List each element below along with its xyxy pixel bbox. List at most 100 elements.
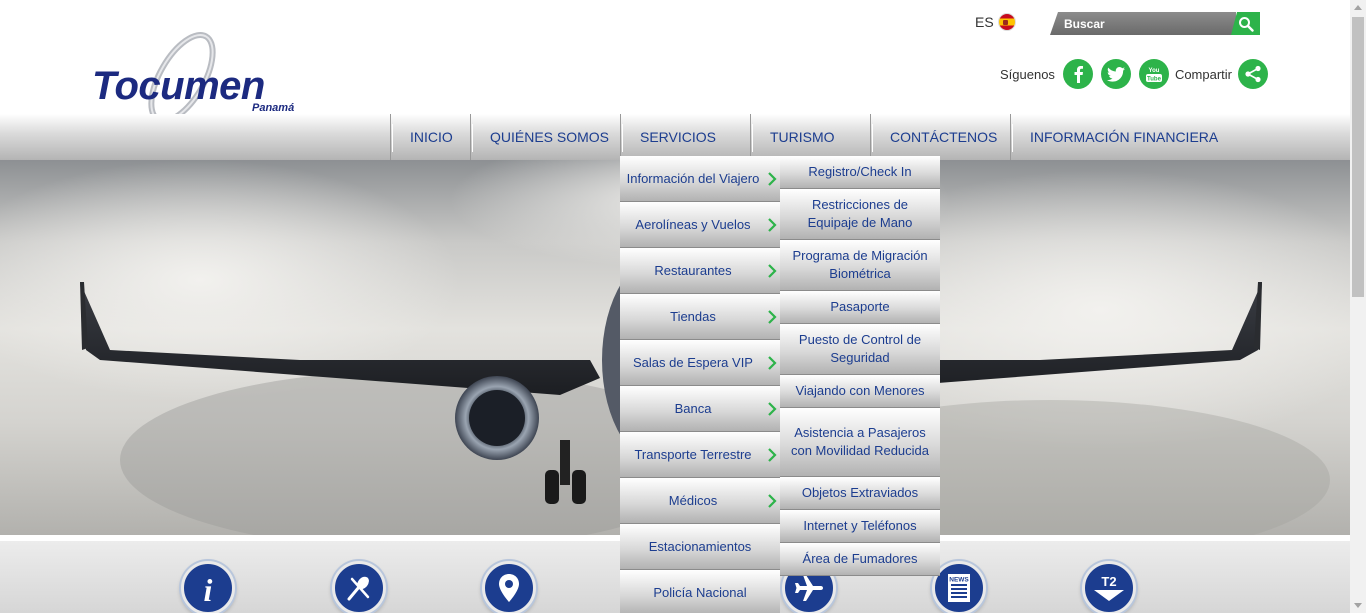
submenu-item-equipaje[interactable]: Restricciones de Equipaje de Mano xyxy=(780,189,940,240)
info-glyph-icon: i xyxy=(204,572,213,605)
search-input[interactable] xyxy=(1064,15,1224,32)
submenu-item-area-fumadores[interactable]: Área de Fumadores xyxy=(780,543,940,576)
menu-item-label: Estacionamientos xyxy=(648,539,752,554)
scroll-down-icon[interactable] xyxy=(1354,603,1362,608)
chevron-right-icon xyxy=(768,218,777,232)
facebook-glyph-icon xyxy=(1074,66,1083,83)
location-icon[interactable] xyxy=(482,561,536,613)
news-icon[interactable]: NEWS xyxy=(932,561,986,613)
share-icon[interactable] xyxy=(1238,59,1269,89)
menu-item-label: Médicos xyxy=(668,493,718,508)
fork-spoon-icon xyxy=(347,576,370,601)
submenu-item-label: Programa de Migración Biométrica xyxy=(792,248,928,281)
logo-subtext: Panamá xyxy=(252,102,295,114)
menu-item-label: Aerolíneas y Vuelos xyxy=(635,217,751,232)
submenu-item-control-seguridad[interactable]: Puesto de Control de Seguridad xyxy=(780,324,940,375)
submenu-item-label: Viajando con Menores xyxy=(795,383,925,398)
submenu-item-label: Puesto de Control de Seguridad xyxy=(798,332,922,365)
chevron-right-icon xyxy=(768,310,777,324)
youtube-glyph-icon: You Tube xyxy=(1145,68,1162,83)
menu-item-medicos[interactable]: Médicos xyxy=(620,478,780,524)
submenu-item-label: Área de Fumadores xyxy=(802,551,918,566)
airplane-icon xyxy=(795,575,823,601)
site-header: Tocumen Panamá ES Síguenos xyxy=(0,0,1350,124)
menu-item-label: Información del Viajero xyxy=(626,171,760,186)
restaurant-icon[interactable] xyxy=(332,561,386,613)
nav-turismo[interactable]: TURISMO xyxy=(750,114,870,160)
submenu-item-label: Asistencia a Pasajeros con Movilidad Red… xyxy=(790,425,930,458)
menu-item-label: Restaurantes xyxy=(654,263,732,278)
menu-item-restaurantes[interactable]: Restaurantes xyxy=(620,248,780,294)
language-selector[interactable]: ES xyxy=(975,13,1016,31)
search-box xyxy=(1050,12,1260,35)
nav-informacion-financiera[interactable]: INFORMACIÓN FINANCIERA xyxy=(1010,114,1240,160)
nav-contactenos[interactable]: CONTÁCTENOS xyxy=(870,114,1010,160)
chevron-right-icon xyxy=(768,494,777,508)
menu-item-policia-nacional[interactable]: Policía Nacional xyxy=(620,570,780,613)
t2-glyph-icon: T2 xyxy=(1094,574,1124,601)
submenu-item-label: Pasaporte xyxy=(830,299,890,314)
traveler-info-submenu: Registro/Check In Restricciones de Equip… xyxy=(780,156,940,576)
chevron-right-icon xyxy=(768,356,777,370)
nav-label: INFORMACIÓN FINANCIERA xyxy=(1030,129,1219,145)
page-scrollbar[interactable] xyxy=(1350,0,1366,613)
nav-label: INICIO xyxy=(410,129,453,145)
svg-text:Tube: Tube xyxy=(1147,77,1162,83)
submenu-item-internet-telefonos[interactable]: Internet y Teléfonos xyxy=(780,510,940,543)
follow-label: Síguenos xyxy=(1000,66,1055,82)
chevron-right-icon xyxy=(768,264,777,278)
info-icon[interactable]: i xyxy=(181,561,235,613)
nav-label: CONTÁCTENOS xyxy=(890,129,998,145)
submenu-item-movilidad-reducida[interactable]: Asistencia a Pasajeros con Movilidad Red… xyxy=(780,408,940,477)
logo-text: Tocumen xyxy=(92,64,265,108)
svg-text:i: i xyxy=(204,572,213,605)
nav-inicio[interactable]: INICIO xyxy=(390,114,470,160)
chevron-right-icon xyxy=(768,448,777,462)
menu-item-label: Banca xyxy=(674,401,712,416)
menu-item-salas-vip[interactable]: Salas de Espera VIP xyxy=(620,340,780,386)
menu-item-tiendas[interactable]: Tiendas xyxy=(620,294,780,340)
submenu-item-viajando-menores[interactable]: Viajando con Menores xyxy=(780,375,940,408)
social-links: Síguenos You Tube Compartir xyxy=(1000,59,1269,89)
newspaper-icon: NEWS xyxy=(948,574,970,602)
language-label: ES xyxy=(975,14,994,30)
menu-item-transporte-terrestre[interactable]: Transporte Terrestre xyxy=(620,432,780,478)
nav-quienes-somos[interactable]: QUIÉNES SOMOS xyxy=(470,114,620,160)
menu-item-banca[interactable]: Banca xyxy=(620,386,780,432)
twitter-icon[interactable] xyxy=(1100,59,1131,89)
submenu-item-migracion-biometrica[interactable]: Programa de Migración Biométrica xyxy=(780,240,940,291)
menu-item-label: Policía Nacional xyxy=(653,585,747,600)
chevron-right-icon xyxy=(768,172,777,186)
news-label: NEWS xyxy=(949,577,969,584)
t2-label: T2 xyxy=(1101,574,1116,589)
facebook-icon[interactable] xyxy=(1062,59,1093,89)
nav-servicios[interactable]: SERVICIOS xyxy=(620,114,750,160)
spain-flag-icon xyxy=(997,13,1016,31)
services-dropdown: Información del Viajero Aerolíneas y Vue… xyxy=(620,156,780,613)
nav-label: TURISMO xyxy=(770,129,835,145)
main-nav: INICIO QUIÉNES SOMOS SERVICIOS TURISMO C… xyxy=(0,114,1350,160)
submenu-item-label: Restricciones de Equipaje de Mano xyxy=(807,197,913,230)
scroll-up-icon[interactable] xyxy=(1354,5,1362,10)
chevron-right-icon xyxy=(768,402,777,416)
submenu-item-label: Registro/Check In xyxy=(808,164,912,179)
share-label: Compartir xyxy=(1174,66,1233,82)
submenu-item-pasaporte[interactable]: Pasaporte xyxy=(780,291,940,324)
page: Tocumen Panamá ES Síguenos xyxy=(0,0,1366,613)
map-pin-icon xyxy=(499,574,519,602)
menu-item-informacion-viajero[interactable]: Información del Viajero xyxy=(620,156,780,202)
terminal-2-icon[interactable]: T2 xyxy=(1082,561,1136,613)
twitter-glyph-icon xyxy=(1106,66,1125,82)
svg-text:You: You xyxy=(1148,68,1159,74)
submenu-item-check-in[interactable]: Registro/Check In xyxy=(780,156,940,189)
scroll-thumb[interactable] xyxy=(1352,17,1364,297)
nav-label: QUIÉNES SOMOS xyxy=(490,129,610,145)
menu-item-estacionamientos[interactable]: Estacionamientos xyxy=(620,524,780,570)
submenu-item-label: Objetos Extraviados xyxy=(801,485,919,500)
menu-item-label: Salas de Espera VIP xyxy=(633,355,753,370)
submenu-item-objetos-extraviados[interactable]: Objetos Extraviados xyxy=(780,477,940,510)
menu-item-label: Tiendas xyxy=(670,309,716,324)
menu-item-aerolineas-vuelos[interactable]: Aerolíneas y Vuelos xyxy=(620,202,780,248)
nav-label: SERVICIOS xyxy=(640,129,716,145)
youtube-icon[interactable]: You Tube xyxy=(1138,59,1169,89)
